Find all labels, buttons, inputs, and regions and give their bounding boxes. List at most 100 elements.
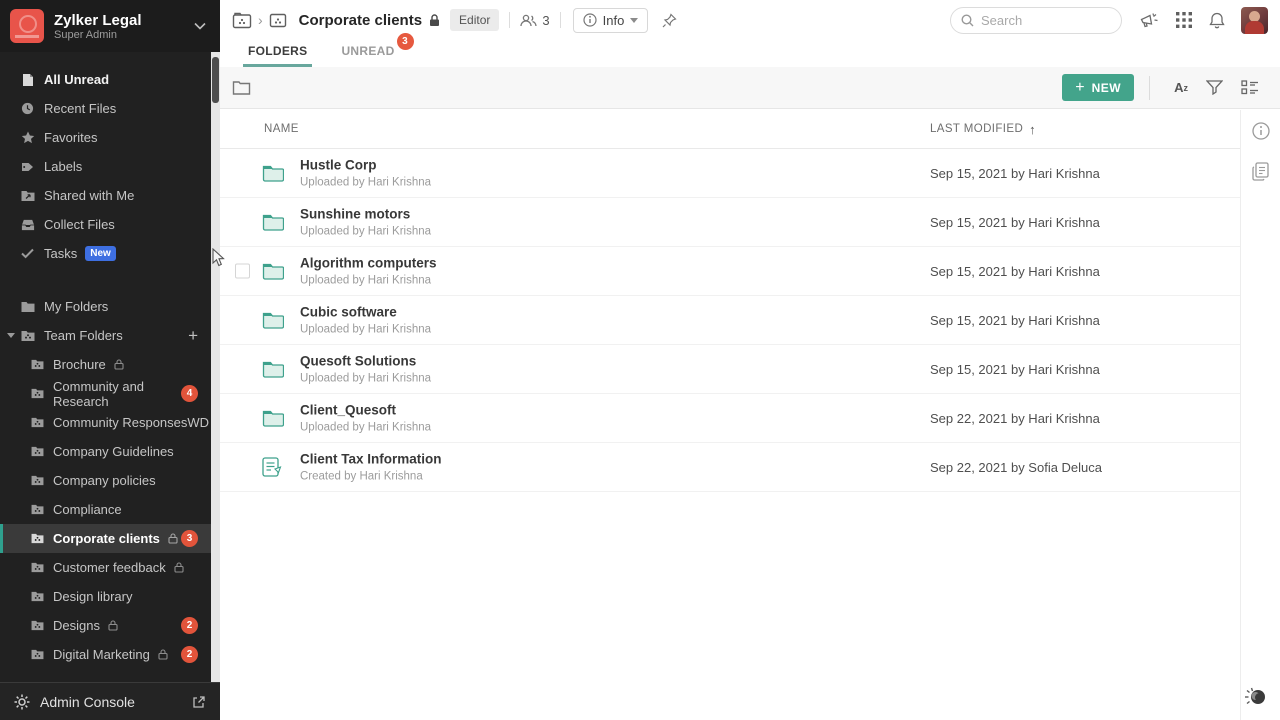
file-name[interactable]: Hustle Corp: [300, 158, 431, 174]
tag-icon: [20, 161, 35, 173]
sidebar-folder-community-responseswd[interactable]: Community ResponsesWD: [0, 408, 211, 437]
announcements-icon[interactable]: [1139, 12, 1159, 29]
folder-icon: [262, 213, 284, 232]
row-checkbox[interactable]: [235, 264, 250, 279]
chevron-down-icon[interactable]: [190, 17, 210, 35]
folder-icon: [262, 262, 284, 281]
team-folder-icon: [30, 649, 45, 660]
templates-icon[interactable]: [1241, 162, 1280, 181]
external-link-icon: [192, 695, 206, 709]
sidebar-item-label: Customer feedback: [53, 560, 166, 575]
sidebar-item-all-unread[interactable]: All Unread: [0, 65, 211, 94]
tab-folders[interactable]: FOLDERS: [248, 44, 307, 67]
table-row-quesoft-solutions[interactable]: Quesoft Solutions Uploaded by Hari Krish…: [220, 345, 1240, 394]
team-folder-icon: [30, 446, 45, 457]
expand-caret-icon[interactable]: [7, 333, 15, 338]
sidebar-item-labels[interactable]: Labels: [0, 152, 211, 181]
apps-grid-icon[interactable]: [1176, 12, 1192, 28]
info-dropdown[interactable]: Info: [573, 8, 649, 33]
sidebar-item-label: Company policies: [53, 473, 156, 488]
table-row-client-quesoft[interactable]: Client_Quesoft Uploaded by Hari Krishna …: [220, 394, 1240, 443]
sidebar-folder-company-policies[interactable]: Company policies: [0, 466, 211, 495]
file-name[interactable]: Cubic software: [300, 305, 431, 321]
sort-az-icon[interactable]: Az: [1174, 80, 1188, 95]
unread-count-badge: 2: [181, 646, 198, 663]
sidebar-scrollbar[interactable]: [211, 52, 220, 682]
permission-badge[interactable]: Editor: [450, 9, 499, 31]
sidebar-item-tasks[interactable]: Tasks New: [0, 239, 211, 268]
toolbar: + NEW Az: [220, 67, 1280, 109]
file-subtitle: Uploaded by Hari Krishna: [300, 373, 431, 385]
sidebar-item-label: Designs: [53, 618, 100, 633]
filter-icon[interactable]: [1206, 80, 1223, 95]
info-label: Info: [603, 13, 625, 28]
sidebar-folder-digital-marketing[interactable]: Digital Marketing 2: [0, 640, 211, 669]
theme-toggle-icon[interactable]: [1243, 686, 1269, 713]
last-modified: Sep 15, 2021 by Hari Krishna: [930, 313, 1100, 328]
tab-unread[interactable]: UNREAD 3: [341, 44, 394, 67]
sidebar-scrollbar-thumb[interactable]: [212, 57, 219, 103]
list-view-icon[interactable]: [1241, 80, 1259, 95]
file-subtitle: Uploaded by Hari Krishna: [300, 177, 431, 189]
brand-header[interactable]: Zylker Legal Super Admin: [0, 0, 220, 52]
avatar[interactable]: [1241, 7, 1268, 34]
plus-icon[interactable]: +: [188, 327, 198, 344]
sidebar-folder-compliance[interactable]: Compliance: [0, 495, 211, 524]
team-folder-icon: [30, 417, 45, 428]
sidebar-item-favorites[interactable]: Favorites: [0, 123, 211, 152]
unread-count-badge: 3: [181, 530, 198, 547]
sidebar-folder-corporate-clients[interactable]: Corporate clients 3: [0, 524, 211, 553]
file-name[interactable]: Sunshine motors: [300, 207, 431, 223]
document-icon: [262, 457, 282, 478]
search-input[interactable]: [981, 13, 1101, 28]
table-row-cubic-software[interactable]: Cubic software Uploaded by Hari Krishna …: [220, 296, 1240, 345]
sidebar-item-recent-files[interactable]: Recent Files: [0, 94, 211, 123]
new-button[interactable]: + NEW: [1062, 74, 1134, 101]
column-last-modified[interactable]: LAST MODIFIED ↑: [930, 122, 1036, 137]
sidebar-item-team-folders[interactable]: Team Folders +: [0, 321, 211, 350]
gear-icon: [14, 694, 30, 710]
team-folder-icon: [30, 504, 45, 515]
file-name[interactable]: Client Tax Information: [300, 452, 442, 468]
folder-view-icon[interactable]: [232, 80, 251, 96]
sidebar-folder-brochure[interactable]: Brochure: [0, 350, 211, 379]
file-name[interactable]: Algorithm computers: [300, 256, 437, 272]
members-count: 3: [542, 13, 549, 28]
sidebar-item-collect-files[interactable]: Collect Files: [0, 210, 211, 239]
sidebar-item-shared-with-me[interactable]: Shared with Me: [0, 181, 211, 210]
column-name[interactable]: NAME: [220, 123, 299, 135]
sidebar-folder-company-guidelines[interactable]: Company Guidelines: [0, 437, 211, 466]
admin-console-button[interactable]: Admin Console: [0, 682, 220, 720]
search-bar[interactable]: [950, 7, 1122, 34]
team-folder-icon: [20, 330, 35, 342]
members-button[interactable]: 3: [520, 13, 549, 28]
sort-ascending-icon: ↑: [1029, 122, 1036, 137]
file-name[interactable]: Quesoft Solutions: [300, 354, 431, 370]
sidebar-item-label: Design library: [53, 589, 132, 604]
breadcrumb-team-folder-icon[interactable]: [269, 12, 287, 28]
sidebar-folder-design-library[interactable]: Design library: [0, 582, 211, 611]
folder-icon: [20, 301, 35, 313]
table-row-algorithm-computers[interactable]: Algorithm computers Uploaded by Hari Kri…: [220, 247, 1240, 296]
folder-icon: [262, 409, 284, 428]
sidebar-folder-customer-feedback[interactable]: Customer feedback: [0, 553, 211, 582]
file-name[interactable]: Client_Quesoft: [300, 403, 431, 419]
sidebar-folder-designs[interactable]: Designs 2: [0, 611, 211, 640]
sidebar-item-label: Recent Files: [44, 101, 116, 116]
bell-icon[interactable]: [1209, 12, 1225, 29]
table-row-sunshine-motors[interactable]: Sunshine motors Uploaded by Hari Krishna…: [220, 198, 1240, 247]
right-rail: [1240, 110, 1280, 720]
pin-icon[interactable]: [662, 13, 677, 28]
last-modified: Sep 15, 2021 by Hari Krishna: [930, 264, 1100, 279]
sidebar-item-my-folders[interactable]: My Folders: [0, 292, 211, 321]
divider: [1149, 76, 1150, 100]
breadcrumb-root-folder-icon[interactable]: [232, 11, 252, 29]
last-modified: Sep 15, 2021 by Hari Krishna: [930, 362, 1100, 377]
info-icon[interactable]: [1241, 122, 1280, 140]
sidebar-folder-community-and-research[interactable]: Community and Research 4: [0, 379, 211, 408]
people-icon: [520, 14, 537, 27]
unread-count-badge: 2: [181, 617, 198, 634]
table-row-hustle-corp[interactable]: Hustle Corp Uploaded by Hari Krishna Sep…: [220, 149, 1240, 198]
team-folder-icon: [30, 620, 45, 631]
table-row-client-tax-information[interactable]: Client Tax Information Created by Hari K…: [220, 443, 1240, 492]
